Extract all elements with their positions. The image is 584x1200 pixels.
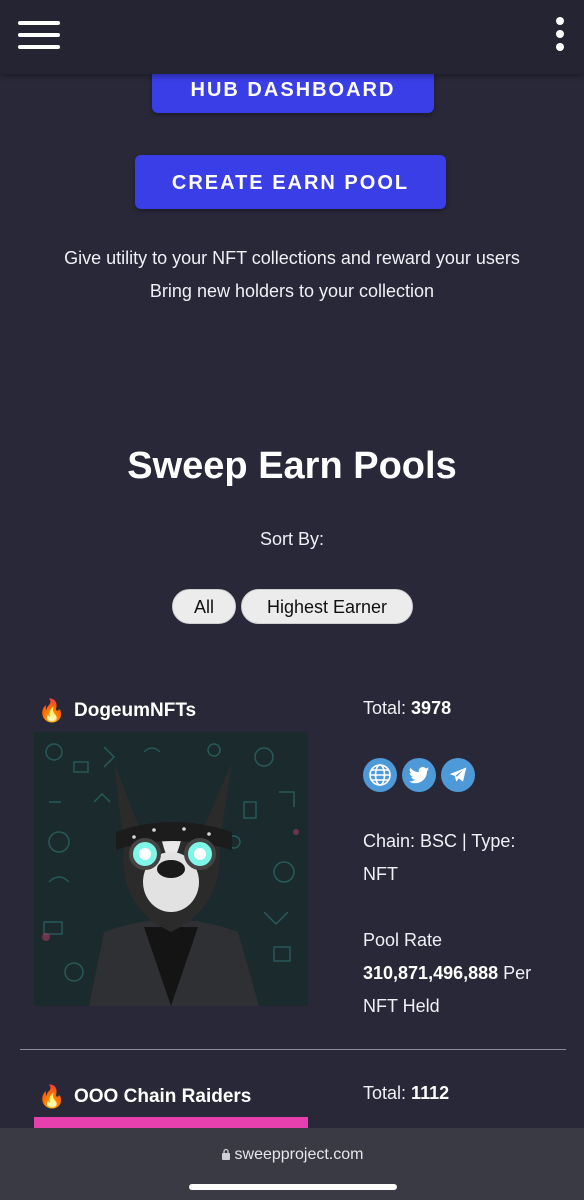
total-value: 1112 <box>411 1083 450 1103</box>
url-text: sweepproject.com <box>234 1146 364 1163</box>
telegram-icon[interactable] <box>441 758 475 792</box>
pool-total: Total: 3978 <box>363 692 573 725</box>
type-text: NFT <box>363 864 398 884</box>
pool-rate-label: Pool Rate <box>363 930 443 950</box>
globe-icon[interactable] <box>363 758 397 792</box>
chain-text: Chain: BSC | Type: <box>363 831 516 851</box>
pool-rate-per: Per <box>503 963 532 983</box>
pool-name[interactable]: DogeumNFTs <box>74 700 196 722</box>
total-value: 3978 <box>411 698 452 718</box>
pool-nft-image[interactable] <box>34 732 308 1006</box>
pool-rate-suffix: NFT Held <box>363 996 440 1016</box>
sort-highest-earner-button[interactable]: Highest Earner <box>241 589 413 624</box>
page-title: Sweep Earn Pools <box>127 445 457 487</box>
pool-name[interactable]: OOO Chain Raiders <box>74 1086 251 1108</box>
sort-all-button[interactable]: All <box>172 589 236 624</box>
create-earn-pool-button[interactable]: CREATE EARN POOL <box>135 155 446 209</box>
total-label: Total: <box>363 698 407 718</box>
fire-icon: 🔥 <box>38 698 66 723</box>
lock-icon <box>221 1148 230 1160</box>
top-bar <box>0 0 584 74</box>
pool-header[interactable]: 🔥 OOO Chain Raiders <box>38 1084 251 1110</box>
pool-social-links <box>363 758 475 792</box>
sort-by-label: Sort By: <box>259 529 325 549</box>
pool-nft-image[interactable] <box>34 1117 308 1128</box>
twitter-icon[interactable] <box>402 758 436 792</box>
tagline-line-2: Bring new holders to your collection <box>149 281 435 301</box>
kebab-more-icon[interactable] <box>554 17 566 55</box>
address-bar[interactable]: sweepproject.com <box>0 1146 584 1164</box>
home-indicator[interactable] <box>189 1184 397 1190</box>
pool-total: Total: 1112 <box>363 1077 573 1110</box>
tagline-line-1: Give utility to your NFT collections and… <box>64 248 520 268</box>
pool-header[interactable]: 🔥 DogeumNFTs <box>38 698 196 724</box>
pool-rate-value: 310,871,496,888 <box>363 963 499 983</box>
pool-divider <box>20 1049 566 1050</box>
total-label: Total: <box>363 1083 407 1103</box>
pool-chain-type: Chain: BSC | Type: NFT <box>363 825 573 891</box>
pool-rate: Pool Rate 310,871,496,888 Per NFT Held <box>363 924 573 1023</box>
hamburger-menu-icon[interactable] <box>18 21 60 51</box>
browser-bottom-bar: sweepproject.com <box>0 1128 584 1200</box>
fire-icon: 🔥 <box>38 1084 66 1109</box>
